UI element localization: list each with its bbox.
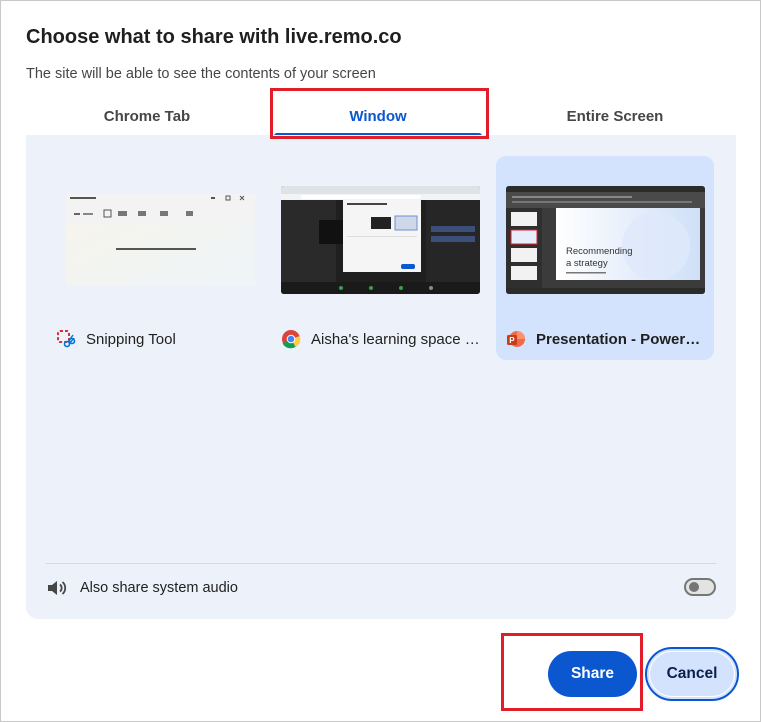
window-name: Presentation - PowerPoint xyxy=(536,330,706,348)
divider xyxy=(46,563,716,564)
snipping-tool-icon xyxy=(57,330,76,348)
chrome-window-thumbnail xyxy=(281,186,480,294)
window-name: Aisha's learning space | Remo - Google C… xyxy=(311,330,481,348)
window-card-snipping-tool[interactable]: Snipping Tool xyxy=(46,156,264,360)
window-name: Snipping Tool xyxy=(86,330,176,348)
tab-chrome-tab[interactable]: Chrome Tab xyxy=(26,97,268,135)
tab-entire-screen[interactable]: Entire Screen xyxy=(494,97,736,135)
share-button[interactable]: Share xyxy=(548,651,637,697)
cancel-button[interactable]: Cancel xyxy=(645,647,739,701)
svg-text:P: P xyxy=(509,336,515,345)
window-card-powerpoint[interactable]: Recommending a strategy P Presentation -… xyxy=(496,156,714,360)
tab-bar: Chrome Tab Window Entire Screen xyxy=(26,97,736,136)
snipping-tool-thumbnail xyxy=(56,186,255,294)
chrome-icon xyxy=(282,330,301,349)
system-audio-label: Also share system audio xyxy=(80,580,238,596)
speaker-icon xyxy=(48,581,67,595)
system-audio-row: Also share system audio xyxy=(46,575,716,601)
powerpoint-icon: P xyxy=(507,331,525,347)
slide-title-line1: Recommending xyxy=(566,246,633,257)
system-audio-toggle[interactable] xyxy=(684,578,716,596)
slide-title-line2: a strategy xyxy=(566,258,608,269)
toggle-knob xyxy=(689,582,699,592)
tab-window[interactable]: Window xyxy=(274,97,482,136)
dialog-title: Choose what to share with live.remo.co xyxy=(26,26,402,48)
dialog-subtitle: The site will be able to see the content… xyxy=(26,66,376,82)
powerpoint-window-thumbnail: Recommending a strategy xyxy=(506,186,705,294)
window-picker-panel: Snipping Tool Aisha's learning space | R… xyxy=(26,135,736,619)
window-card-chrome[interactable]: Aisha's learning space | Remo - Google C… xyxy=(271,156,489,360)
share-dialog: Choose what to share with live.remo.co T… xyxy=(0,0,761,722)
